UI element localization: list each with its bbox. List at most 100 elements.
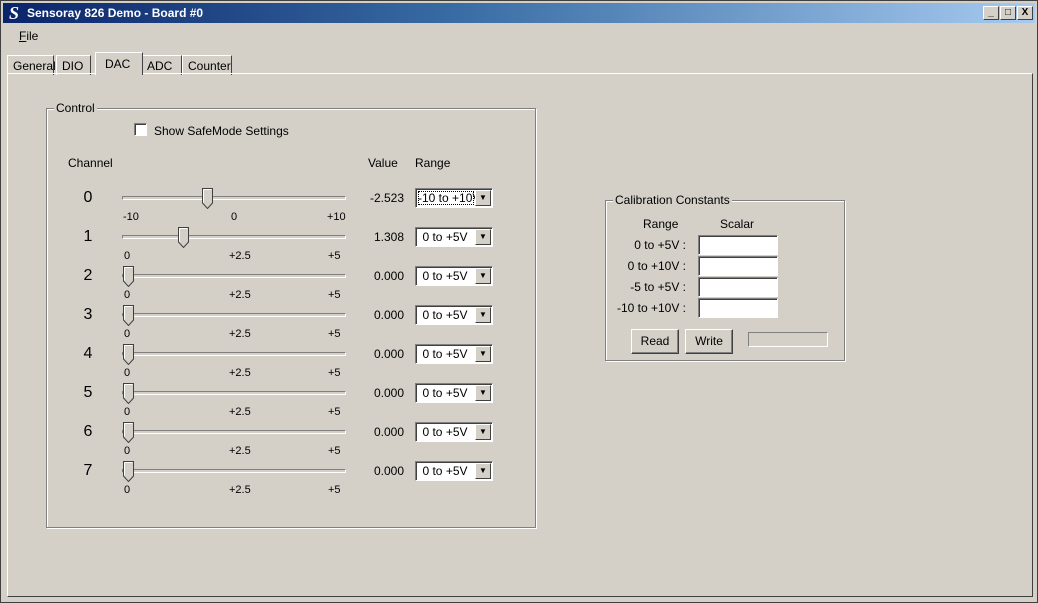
range-select-value: 0 to +5V [422, 308, 468, 322]
channel-number: 5 [83, 384, 93, 401]
range-select-value: 0 to +5V [422, 464, 468, 478]
range-select[interactable]: 0 to +5V ▼ [415, 305, 493, 325]
slider-tick-label: -10 [123, 211, 139, 223]
channel-value: -2.523 [369, 191, 404, 205]
slider-tick-label: 0 [124, 328, 131, 340]
minimize-button[interactable]: _ [983, 6, 999, 20]
calibration-range-header: Range [643, 217, 679, 231]
close-button[interactable]: X [1017, 6, 1033, 20]
dac-slider-track[interactable] [122, 391, 346, 395]
channel-value: 1.308 [373, 230, 404, 244]
safemode-label: Show SafeMode Settings [154, 124, 289, 138]
range-select-value: 0 to +5V [422, 386, 468, 400]
slider-tick-label: +5 [328, 289, 341, 301]
dac-slider-thumb[interactable] [123, 383, 134, 405]
range-select[interactable]: 0 to +5V ▼ [415, 422, 493, 442]
dac-slider-thumb[interactable] [123, 422, 134, 444]
slider-tick-label: 0 [124, 484, 131, 496]
channel-number: 0 [83, 189, 93, 206]
channel-number: 7 [83, 462, 93, 479]
slider-tick-label: +2.5 [229, 367, 251, 379]
menu-bar: File [3, 25, 1035, 47]
chevron-down-icon[interactable]: ▼ [475, 346, 491, 362]
value-header: Value [368, 156, 398, 170]
dac-slider-thumb[interactable] [178, 227, 190, 249]
dac-slider-track[interactable] [122, 196, 346, 200]
chevron-down-icon[interactable]: ▼ [475, 307, 491, 323]
dac-slider-track[interactable] [122, 469, 346, 473]
scalar-neg5-5v-input[interactable] [698, 277, 778, 297]
channel-number: 2 [83, 267, 93, 284]
channel-value: 0.000 [373, 425, 404, 439]
range-select[interactable]: 0 to +5V ▼ [415, 227, 493, 247]
range-select[interactable]: 0 to +5V ▼ [415, 266, 493, 286]
tab-counter[interactable]: Counter [182, 55, 232, 75]
channel-value: 0.000 [373, 269, 404, 283]
calibration-row-label: -10 to +10V : [616, 301, 686, 315]
tab-general[interactable]: General [7, 55, 56, 75]
slider-tick-label: +2.5 [229, 250, 251, 262]
scalar-neg10-10v-input[interactable] [698, 298, 778, 318]
menu-file-label: ile [26, 29, 39, 43]
app-logo-icon: S [8, 3, 19, 23]
scalar-0-10v-input[interactable] [698, 256, 778, 276]
range-select[interactable]: 0 to +5V ▼ [415, 344, 493, 364]
channel-value: 0.000 [373, 386, 404, 400]
dac-slider-thumb[interactable] [202, 188, 214, 210]
chevron-down-icon[interactable]: ▼ [475, 229, 491, 245]
slider-tick-label: +2.5 [229, 406, 251, 418]
dac-slider-thumb[interactable] [123, 266, 134, 288]
slider-tick-label: 0 [124, 406, 131, 418]
title-bar[interactable]: S Sensoray 826 Demo - Board #0 _ □ X [3, 3, 1035, 23]
calibration-row-label: 0 to +10V : [627, 259, 686, 273]
dac-slider-thumb[interactable] [123, 344, 134, 366]
chevron-down-icon[interactable]: ▼ [475, 190, 491, 206]
tab-adc[interactable]: ADC [141, 55, 182, 75]
slider-tick-label: 0 [124, 250, 131, 262]
channel-header: Channel [68, 156, 113, 170]
slider-tick-label: 0 [124, 289, 131, 301]
slider-tick-label: +5 [328, 484, 341, 496]
range-header: Range [415, 156, 451, 170]
channel-number: 4 [83, 345, 93, 362]
range-select[interactable]: 0 to +5V ▼ [415, 461, 493, 481]
dac-slider-thumb[interactable] [123, 461, 134, 483]
control-group-title: Control [54, 101, 97, 115]
slider-tick-label: +2.5 [229, 289, 251, 301]
scalar-0-5v-input[interactable] [698, 235, 778, 255]
channel-value: 0.000 [373, 347, 404, 361]
write-button[interactable]: Write [685, 329, 733, 354]
chevron-down-icon[interactable]: ▼ [475, 463, 491, 479]
window-title: Sensoray 826 Demo - Board #0 [27, 6, 204, 20]
chevron-down-icon[interactable]: ▼ [475, 268, 491, 284]
range-select-value: 0 to +5V [422, 230, 468, 244]
maximize-button[interactable]: □ [1000, 6, 1016, 20]
slider-tick-label: +10 [327, 211, 346, 223]
range-select-value: 0 to +5V [422, 347, 468, 361]
range-select[interactable]: 0 to +5V ▼ [415, 383, 493, 403]
calibration-scalar-header: Scalar [720, 217, 755, 231]
tab-dac[interactable]: DAC [95, 52, 143, 75]
slider-tick-label: +5 [328, 367, 341, 379]
tab-dio[interactable]: DIO [56, 55, 91, 75]
slider-tick-label: 0 [231, 211, 238, 223]
chevron-down-icon[interactable]: ▼ [475, 385, 491, 401]
slider-tick-label: +5 [328, 406, 341, 418]
dac-slider-track[interactable] [122, 430, 346, 434]
channel-number: 6 [83, 423, 93, 440]
slider-tick-label: +2.5 [229, 484, 251, 496]
menu-file[interactable]: File [19, 29, 38, 43]
dac-slider-thumb[interactable] [123, 305, 134, 327]
safemode-checkbox[interactable] [134, 123, 147, 136]
channel-value: 0.000 [373, 308, 404, 322]
dac-slider-track[interactable] [122, 235, 346, 239]
dac-slider-track[interactable] [122, 313, 346, 317]
slider-tick-label: 0 [124, 445, 131, 457]
calibration-row-label: 0 to +5V : [634, 238, 686, 252]
dac-slider-track[interactable] [122, 352, 346, 356]
main-window: S Sensoray 826 Demo - Board #0 _ □ X Fil… [0, 0, 1038, 603]
chevron-down-icon[interactable]: ▼ [475, 424, 491, 440]
read-button[interactable]: Read [631, 329, 679, 354]
dac-slider-track[interactable] [122, 274, 346, 278]
range-select[interactable]: -10 to +10V ▼ [415, 188, 493, 208]
